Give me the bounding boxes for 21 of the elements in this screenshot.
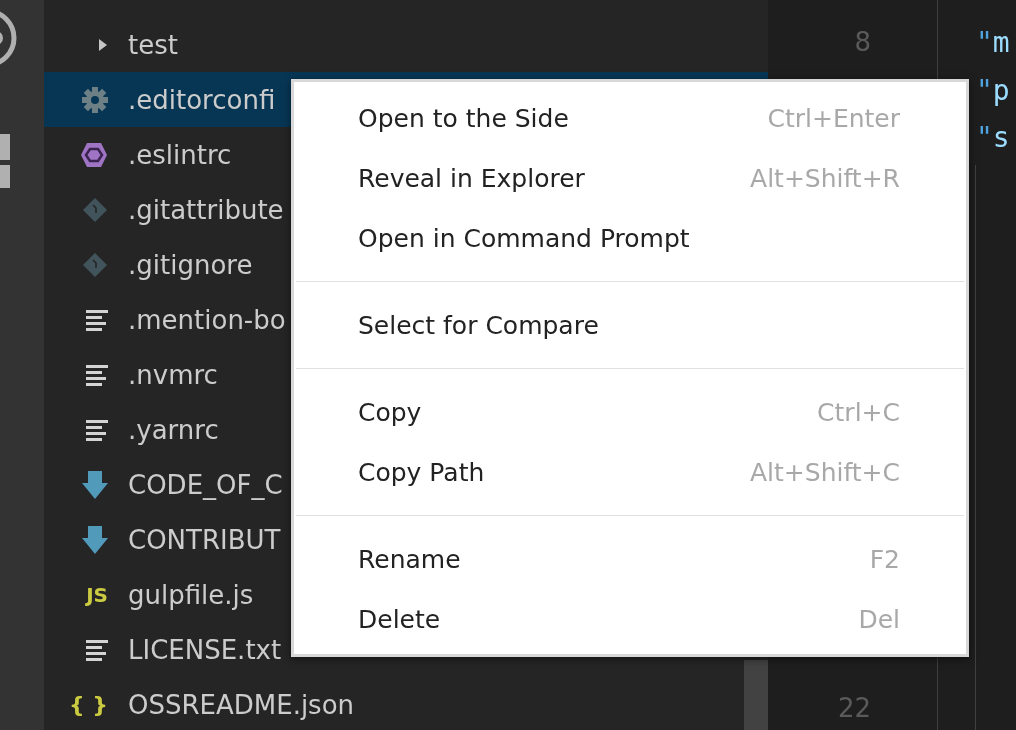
js-icon: JS: [86, 582, 108, 607]
code-line: "s: [976, 120, 1011, 156]
shortcut-text: F2: [869, 544, 900, 574]
shortcut-text: Alt+Shift+R: [750, 163, 900, 193]
shortcut-text: Alt+Shift+C: [749, 457, 900, 487]
line-number: 8: [853, 26, 872, 59]
code-line: "p: [976, 72, 1011, 109]
code-line: "m: [976, 25, 1011, 61]
menu-item-label: Reveal in Explorer: [358, 163, 585, 193]
menu-item-label: Copy Path: [358, 457, 485, 487]
shortcut-text: Del: [858, 604, 900, 634]
menu-item-label: Open to the Side: [358, 103, 569, 133]
menu-item-label: Delete: [358, 604, 441, 634]
shortcut-text: Ctrl+C: [817, 397, 900, 427]
menu-item-label: Rename: [358, 544, 461, 574]
line-number: 22: [836, 691, 872, 725]
menu-item-label: Open in Command Prompt: [358, 223, 690, 253]
braces-icon: { }: [69, 692, 108, 717]
menu-item-label: Select for Compare: [358, 310, 599, 340]
shortcut-text: Ctrl+Enter: [767, 103, 900, 133]
menu-item-label: Copy: [358, 397, 422, 427]
